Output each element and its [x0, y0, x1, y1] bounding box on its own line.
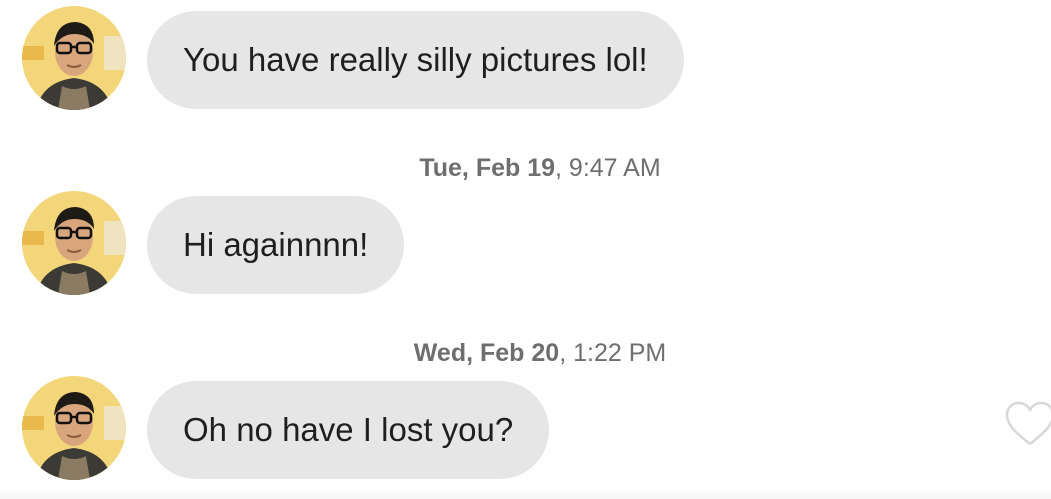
message-bubble[interactable]: Oh no have I lost you?	[147, 381, 550, 479]
avatar[interactable]	[22, 191, 126, 295]
avatar[interactable]	[22, 376, 126, 480]
message-bubble[interactable]: Hi againnnn!	[147, 196, 405, 294]
avatar-image	[22, 6, 126, 110]
message-text: You have really silly pictures lol!	[183, 41, 648, 78]
divider	[0, 489, 1051, 499]
chat-thread: You have really silly pictures lol! Tue,…	[0, 0, 1051, 499]
heart-outline-icon[interactable]	[1004, 400, 1051, 448]
message-text: Oh no have I lost you?	[183, 411, 514, 448]
timestamp-divider: Wed, Feb 20, 1:22 PM	[0, 339, 1051, 368]
timestamp-day: Tue, Feb 19	[419, 154, 556, 182]
timestamp-divider: Tue, Feb 19, 9:47 AM	[0, 154, 1051, 183]
message-text: Hi againnnn!	[183, 226, 369, 263]
message-bubble[interactable]: You have really silly pictures lol!	[147, 11, 684, 109]
timestamp-time: , 9:47 AM	[555, 154, 661, 182]
timestamp-time: , 1:22 PM	[559, 339, 667, 367]
avatar-image	[22, 191, 126, 295]
avatar[interactable]	[22, 6, 126, 110]
avatar-image	[22, 376, 126, 480]
timestamp-day: Wed, Feb 20	[413, 339, 560, 367]
